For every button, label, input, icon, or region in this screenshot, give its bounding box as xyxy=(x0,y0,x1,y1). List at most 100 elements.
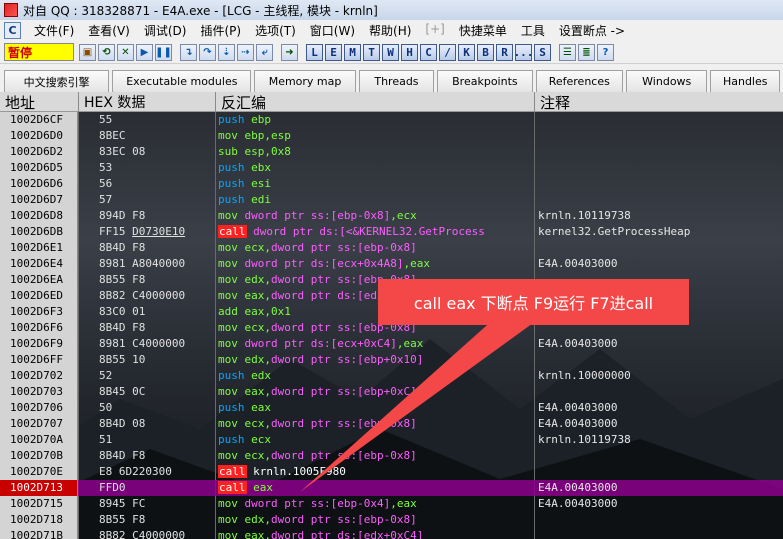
column-comment[interactable]: 注释 xyxy=(535,92,783,112)
disasm-cell: mov dword ptr ss:[ebp-0x4],eax xyxy=(216,496,534,512)
mnemonic: mov xyxy=(218,337,238,350)
window-shortcut-button[interactable]: E xyxy=(325,43,342,61)
address-cell: 1002D703 xyxy=(0,384,78,400)
open-icon[interactable]: ▣ xyxy=(79,43,96,61)
step-over-icon[interactable]: ↷ xyxy=(199,43,216,61)
window-shortcut-button[interactable]: H xyxy=(401,43,418,61)
window-shortcut-button[interactable]: K xyxy=(458,43,475,61)
instruction-row[interactable]: 1002D6D2 83EC 08 sub esp,0x8 xyxy=(0,144,783,160)
window-shortcut-button[interactable]: R xyxy=(496,43,513,61)
tab[interactable]: Handles xyxy=(710,70,781,92)
instruction-row[interactable]: 1002D6D7 57 push edi xyxy=(0,192,783,208)
window-shortcut-button[interactable]: L xyxy=(306,43,323,61)
menu-item[interactable]: 调试(D) xyxy=(137,22,194,39)
tab[interactable]: Windows xyxy=(626,70,708,92)
instruction-row[interactable]: 1002D6CF 55 push ebp xyxy=(0,112,783,128)
mnemonic: push xyxy=(218,401,245,414)
column-address[interactable]: 地址 xyxy=(0,92,79,112)
column-hex[interactable]: HEX 数据 xyxy=(79,92,216,112)
mnemonic: mov xyxy=(218,449,238,462)
window-shortcut-button[interactable]: W xyxy=(382,43,399,61)
mnemonic: sub xyxy=(218,145,238,158)
instruction-row[interactable]: 1002D70B 8B4D F8 mov ecx,dword ptr ss:[ebp… xyxy=(0,448,783,464)
instruction-row[interactable]: 1002D703 8B45 0C mov eax,dword ptr ss:[ebp… xyxy=(0,384,783,400)
hex-cell: 52 xyxy=(99,369,113,382)
disassembly-pane[interactable]: 1002D6CF 55 push ebp 1002D6D0 8BEC mov ebp,es… xyxy=(0,112,783,539)
tab[interactable]: Breakpoints xyxy=(437,70,533,92)
pause-icon[interactable]: ❚❚ xyxy=(155,43,172,61)
window-shortcut-button[interactable]: T xyxy=(363,43,380,61)
operand: ecx, xyxy=(244,449,272,462)
hex-cell: 8B4D F8 xyxy=(99,449,146,462)
instruction-row[interactable]: 1002D70A 51 push ecx krnln.10119738 xyxy=(0,432,783,448)
trace-into-icon[interactable]: ⇣ xyxy=(218,43,235,61)
operand: dword ptr ds:[<&KERNEL32.GetProcess xyxy=(253,225,485,238)
restart-icon[interactable]: ⟲ xyxy=(98,43,115,61)
step-into-icon[interactable]: ↴ xyxy=(180,43,197,61)
instruction-row[interactable]: 1002D718 8B55 F8 mov edx,dword ptr ss:[ebp… xyxy=(0,512,783,528)
mnemonic: mov xyxy=(218,385,238,398)
comment-cell xyxy=(535,528,783,539)
list-icon[interactable]: ≣ xyxy=(578,43,595,61)
help-icon[interactable]: ? xyxy=(597,43,614,61)
tab[interactable]: 中文搜索引擎 xyxy=(4,70,110,92)
address-cell: 1002D71B xyxy=(0,528,78,539)
menu-item[interactable]: 设置断点 -> xyxy=(552,22,632,39)
menu-item[interactable]: [+] xyxy=(418,22,451,39)
mnemonic: call xyxy=(218,225,247,238)
instruction-row[interactable]: 1002D702 52 push edx krnln.10000000 xyxy=(0,368,783,384)
execute-till-return-icon[interactable]: ⤶ xyxy=(256,43,273,61)
window-shortcut-button[interactable]: S xyxy=(534,43,551,61)
menu-item[interactable]: 窗口(W) xyxy=(303,22,362,39)
menu-item[interactable]: 工具 xyxy=(514,22,552,39)
window-shortcut-button[interactable]: B xyxy=(477,43,494,61)
instruction-row[interactable]: 1002D715 8945 FC mov dword ptr ss:[ebp-0x4… xyxy=(0,496,783,512)
menu-item[interactable]: 帮助(H) xyxy=(362,22,418,39)
title-bar: 对自 QQ : 318328871 - E4A.exe - [LCG - 主线程… xyxy=(0,0,783,20)
mnemonic: push xyxy=(218,161,245,174)
hex-cell: FFD0 xyxy=(99,481,126,494)
instruction-row[interactable]: 1002D6DB FF15 D0730E10 call dword ptr ds:[… xyxy=(0,224,783,240)
menu-item[interactable]: 快捷菜单 xyxy=(452,22,514,39)
cpu-window-button[interactable]: C xyxy=(4,22,21,39)
instruction-row[interactable]: 1002D6D6 56 push esi xyxy=(0,176,783,192)
window-shortcut-button[interactable]: M xyxy=(344,43,361,61)
instruction-row[interactable]: 1002D71B 8B82 C4000000 mov eax,dword ptr d… xyxy=(0,528,783,539)
selected-instruction-row[interactable]: 1002D713 FFD0 call eax E4A.00403000 xyxy=(0,480,783,496)
menu-item[interactable]: 查看(V) xyxy=(81,22,137,39)
menu-item[interactable]: 插件(P) xyxy=(193,22,248,39)
operand: dword ptr ds:[ecx+0xC4] xyxy=(244,337,397,350)
instruction-row[interactable]: 1002D6D5 53 push ebx xyxy=(0,160,783,176)
instruction-row[interactable]: 1002D6F9 8981 C4000000 mov dword ptr ds:[e… xyxy=(0,336,783,352)
menu-item[interactable]: 文件(F) xyxy=(27,22,81,39)
run-icon[interactable]: ▶ xyxy=(136,43,153,61)
instruction-row[interactable]: 1002D6FF 8B55 10 mov edx,dword ptr ss:[ebp… xyxy=(0,352,783,368)
column-disasm[interactable]: 反汇编 xyxy=(216,92,535,112)
window-shortcut-button[interactable]: / xyxy=(439,43,456,61)
options-icon[interactable]: ☰ xyxy=(559,43,576,61)
hex-cell: 50 xyxy=(99,401,113,414)
instruction-row[interactable]: 1002D6E1 8B4D F8 mov ecx,dword ptr ss:[ebp… xyxy=(0,240,783,256)
instruction-row[interactable]: 1002D706 50 push eax E4A.00403000 xyxy=(0,400,783,416)
tab[interactable]: Executable modules xyxy=(112,70,252,92)
window-shortcut-button[interactable]: ... xyxy=(514,43,533,61)
close-icon[interactable]: ✕ xyxy=(117,43,134,61)
toolbar: 暂停 ▣ ⟲ ✕ ▶ ❚❚ ↴ ↷ ⇣ ⇢ ⤶ ➜ L E M T W H C / K B R...… xyxy=(0,41,783,64)
menu-item[interactable]: 选项(T) xyxy=(248,22,303,39)
tab[interactable]: Threads xyxy=(358,70,435,92)
tab[interactable]: References xyxy=(535,70,623,92)
mnemonic: add xyxy=(218,305,238,318)
address-cell: 1002D6D5 xyxy=(0,160,78,176)
instruction-row[interactable]: 1002D6E4 8981 A8040000 mov dword ptr ds:[e… xyxy=(0,256,783,272)
goto-icon[interactable]: ➜ xyxy=(281,43,298,61)
instruction-row[interactable]: 1002D6D0 8BEC mov ebp,esp xyxy=(0,128,783,144)
instruction-row[interactable]: 1002D707 8B4D 08 mov ecx,dword ptr ss:[ebp… xyxy=(0,416,783,432)
window-shortcut-button[interactable]: C xyxy=(420,43,437,61)
instruction-row[interactable]: 1002D6D8 894D F8 mov dword ptr ss:[ebp-0x8… xyxy=(0,208,783,224)
instruction-row[interactable]: 1002D70E E8 6D220300 call krnln.1005F980 xyxy=(0,464,783,480)
trace-over-icon[interactable]: ⇢ xyxy=(237,43,254,61)
tab[interactable]: Memory map xyxy=(254,70,356,92)
hex-cell: 55 xyxy=(99,113,113,126)
operand: ecx, xyxy=(244,241,272,254)
annotation-text: call eax 下断点 F9运行 F7进call xyxy=(413,294,654,313)
